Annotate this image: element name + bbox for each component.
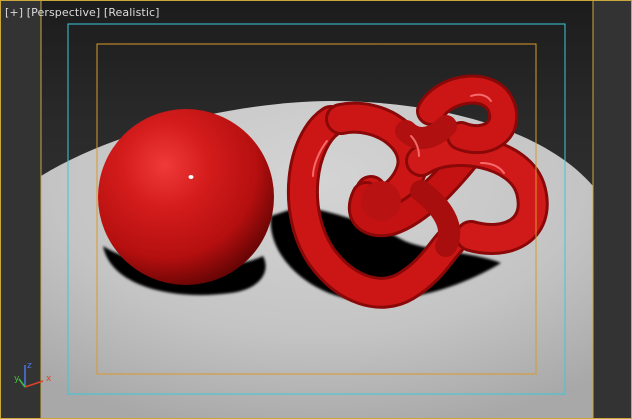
axis-tripod-icon: z x y [14, 361, 52, 388]
viewport-label-menu: [+] [Perspective] [Realistic] [5, 6, 160, 20]
z-axis-label: z [27, 361, 32, 371]
viewport-render[interactable] [1, 1, 632, 419]
y-axis-line [18, 378, 26, 388]
viewport-plus-menu[interactable]: [+] [5, 6, 23, 19]
sphere-highlight [188, 175, 194, 179]
viewport-view-menu[interactable]: [Perspective] [27, 6, 101, 19]
red-sphere [98, 109, 274, 285]
y-axis-label: y [14, 374, 20, 384]
perspective-viewport[interactable]: [+] [Perspective] [Realistic] z x y [0, 0, 632, 419]
x-axis-label: x [46, 374, 52, 384]
viewport-shading-menu[interactable]: [Realistic] [104, 6, 160, 19]
x-axis-line [24, 380, 44, 388]
